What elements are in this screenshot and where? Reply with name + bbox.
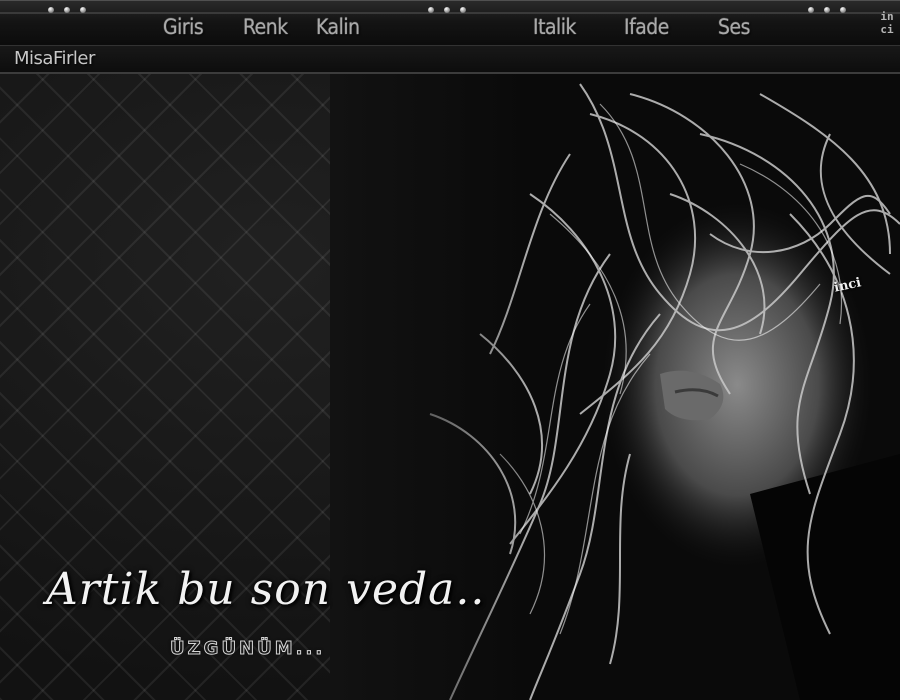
vertical-brand-text: inci bbox=[880, 10, 894, 36]
main-stage: inci Artik bu son veda.. ÜZGÜNÜM... bbox=[0, 74, 900, 700]
dot-icon bbox=[808, 7, 814, 13]
nav-color-button[interactable]: Renk bbox=[243, 15, 288, 39]
nav-emoticon-button[interactable]: Ifade bbox=[624, 15, 669, 39]
nav-italic-button[interactable]: Italik bbox=[533, 15, 577, 39]
nav-bold-button[interactable]: Kalin bbox=[316, 15, 360, 39]
dot-icon bbox=[80, 7, 86, 13]
guests-button[interactable]: MisaFirler bbox=[14, 48, 95, 69]
dot-icon bbox=[444, 7, 450, 13]
ornament-dots-right bbox=[808, 7, 846, 13]
dot-icon bbox=[64, 7, 70, 13]
nav-login-button[interactable]: Giris bbox=[163, 15, 204, 39]
ornament-dots-center bbox=[428, 7, 466, 13]
dot-icon bbox=[48, 7, 54, 13]
dot-icon bbox=[428, 7, 434, 13]
ornament-dots-left bbox=[48, 7, 86, 13]
banner-subtitle: ÜZGÜNÜM... bbox=[169, 638, 326, 660]
nav-sound-button[interactable]: Ses bbox=[718, 15, 750, 39]
dot-icon bbox=[460, 7, 466, 13]
dot-icon bbox=[840, 7, 846, 13]
guest-bar bbox=[0, 46, 900, 74]
dot-icon bbox=[824, 7, 830, 13]
top-toolbar: Giris Renk Kalin Italik Ifade Ses bbox=[0, 0, 900, 47]
banner-title: Artik bu son veda.. bbox=[46, 564, 486, 615]
